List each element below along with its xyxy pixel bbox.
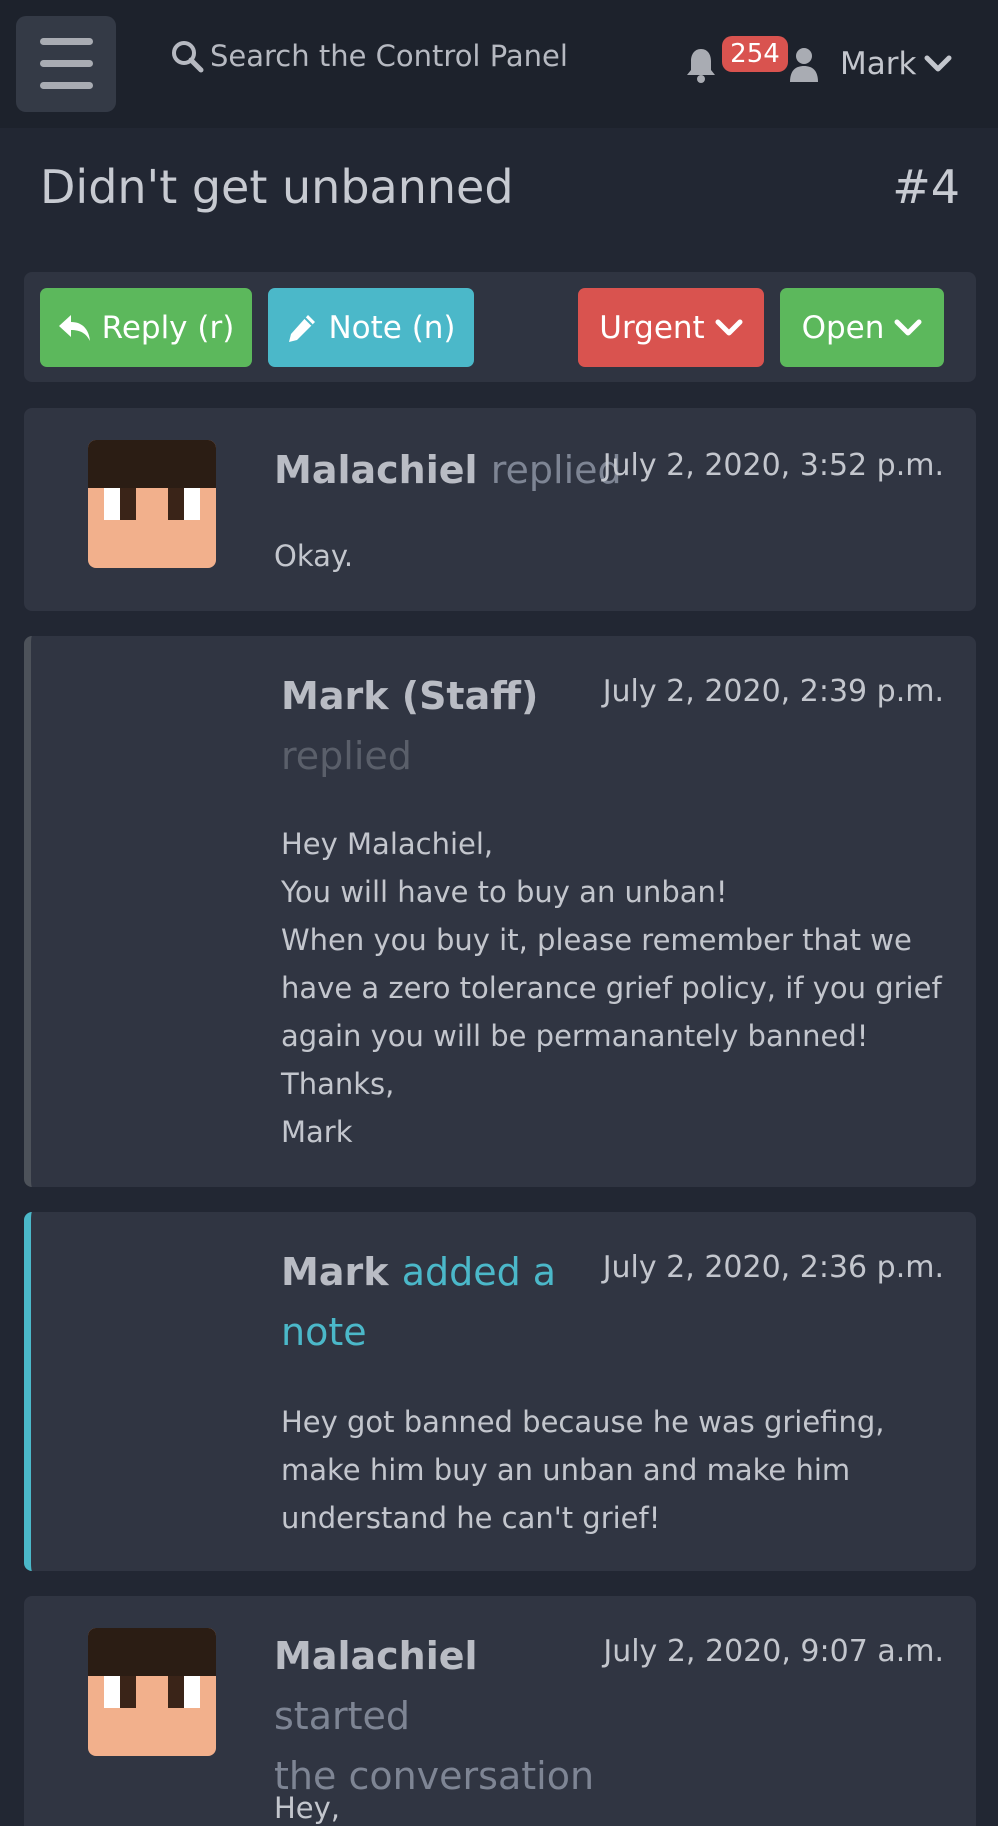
search-placeholder: Search the Control Panel — [210, 39, 568, 73]
author-action: added a — [401, 1250, 557, 1294]
priority-dropdown[interactable]: Urgent — [578, 288, 764, 367]
ticket-action-bar: Reply (r) Note (n) Urgent Open — [24, 272, 976, 382]
note-card: Mark added a note July 2, 2020, 2:36 p.m… — [24, 1212, 976, 1571]
note-button[interactable]: Note (n) — [268, 288, 474, 367]
author-name: Malachiel — [274, 1634, 478, 1678]
message-author-line: Malachiel replied — [274, 440, 622, 500]
message-author-line: Mark (Staff) replied — [281, 666, 581, 786]
message-timestamp: July 2, 2020, 2:36 p.m. — [602, 1250, 944, 1285]
reply-icon — [58, 314, 90, 341]
status-dropdown[interactable]: Open — [780, 288, 944, 367]
message-timestamp: July 2, 2020, 2:39 p.m. — [602, 674, 944, 709]
hamburger-line-icon — [40, 38, 93, 45]
author-name: Mark — [281, 1250, 389, 1294]
chevron-down-icon — [715, 319, 743, 335]
avatar — [88, 440, 216, 568]
top-navbar: Search the Control Panel 254 Mark — [0, 0, 998, 128]
user-name: Mark — [840, 46, 917, 82]
author-name: Malachiel — [274, 448, 478, 492]
message-timestamp: July 2, 2020, 9:07 a.m. — [603, 1634, 944, 1669]
author-action: started — [274, 1694, 411, 1738]
ticket-title: Didn't get unbanned — [40, 160, 514, 214]
user-menu[interactable]: Mark — [840, 42, 952, 86]
avatar — [88, 1628, 216, 1756]
message-card: Malachiel replied July 2, 2020, 3:52 p.m… — [24, 408, 976, 611]
chevron-down-icon — [924, 55, 952, 72]
message-author-line: Malachiel started the conversation — [274, 1626, 614, 1806]
notification-badge: 254 — [722, 36, 788, 72]
author-action: replied — [281, 734, 412, 778]
message-body: Okay. — [274, 539, 354, 573]
message-author-line: Mark added a note — [281, 1242, 581, 1362]
message-body: Hey, — [274, 1791, 341, 1825]
reply-button[interactable]: Reply (r) — [40, 288, 252, 367]
author-name: Mark (Staff) — [281, 674, 539, 718]
bell-icon[interactable] — [684, 46, 718, 84]
ticket-number: #4 — [892, 160, 960, 214]
message-body: Hey got banned because he was griefing, … — [281, 1405, 885, 1535]
chevron-down-icon — [894, 319, 922, 335]
search-control-panel[interactable]: Search the Control Panel — [170, 34, 568, 78]
pencil-icon — [289, 314, 316, 342]
message-timestamp: July 2, 2020, 3:52 p.m. — [602, 448, 944, 483]
message-card: Mark (Staff) replied July 2, 2020, 2:39 … — [24, 636, 976, 1187]
search-icon — [172, 41, 204, 73]
author-action-continued: note — [281, 1310, 367, 1354]
user-icon — [790, 48, 818, 82]
hamburger-menu-button[interactable] — [16, 16, 116, 112]
hamburger-line-icon — [40, 82, 93, 89]
message-card: Malachiel started the conversation July … — [24, 1596, 976, 1826]
message-body: Hey Malachiel, You will have to buy an u… — [281, 827, 942, 1149]
hamburger-line-icon — [40, 60, 93, 67]
